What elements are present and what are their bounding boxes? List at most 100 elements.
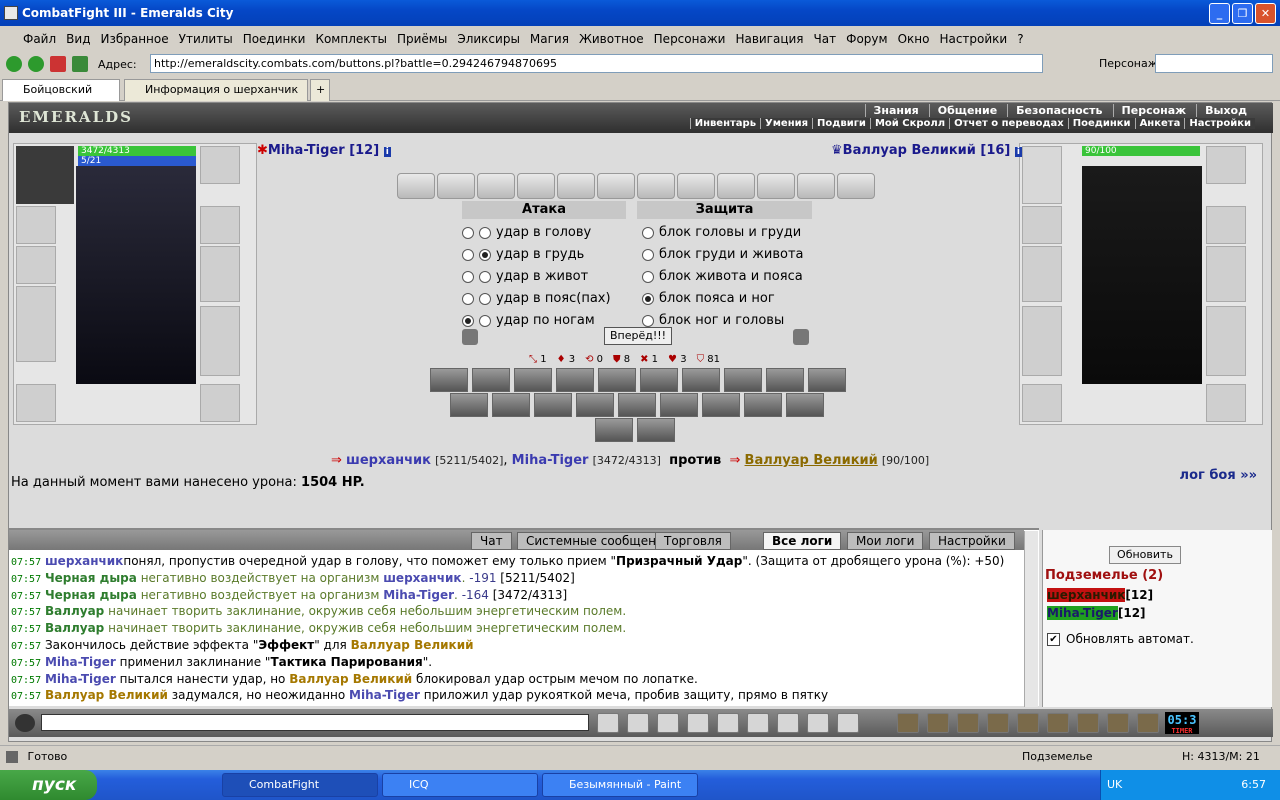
address-input[interactable]: http://emeraldscity.combats.com/buttons.… (150, 54, 1043, 73)
chat-tool-icon[interactable] (717, 713, 739, 733)
shield-icon-right[interactable] (793, 329, 809, 345)
chat-tool-icon[interactable] (687, 713, 709, 733)
sub-link-2[interactable]: Подвиги (812, 118, 870, 129)
chat-tab-5[interactable]: Настройки (929, 532, 1015, 550)
skill-button[interactable] (576, 393, 614, 417)
attack-option[interactable]: удар в голову (462, 223, 632, 243)
enemy-slot-weapon[interactable] (1022, 246, 1062, 302)
enemy-slot-bracers[interactable] (1206, 206, 1246, 244)
menu-item-7[interactable]: Эликсиры (452, 32, 525, 46)
enemy-slot-belt[interactable] (1022, 384, 1062, 422)
chat-tool-icon[interactable] (837, 713, 859, 733)
ally1-name[interactable]: шерханчик (346, 453, 431, 468)
sub-link-1[interactable]: Умения (760, 118, 813, 129)
minimize-button[interactable]: _ (1209, 3, 1230, 24)
action-icon[interactable] (1137, 713, 1159, 733)
slot-belt[interactable] (16, 384, 56, 422)
shield-icon-left[interactable] (462, 329, 478, 345)
menu-item-4[interactable]: Поединки (238, 32, 311, 46)
ally2-name[interactable]: Miha-Tiger (512, 453, 589, 468)
skill-button[interactable] (534, 393, 572, 417)
skill-button[interactable] (786, 393, 824, 417)
menu-item-9[interactable]: Животное (574, 32, 649, 46)
scroll-slot[interactable] (597, 173, 635, 199)
attack-option[interactable]: удар в грудь (462, 245, 632, 265)
action-icon[interactable] (897, 713, 919, 733)
scroll-slot[interactable] (837, 173, 875, 199)
menu-item-12[interactable]: Чат (809, 32, 842, 46)
scroll-slot[interactable] (437, 173, 475, 199)
action-icon[interactable] (1017, 713, 1039, 733)
info-icon[interactable]: i (383, 147, 391, 157)
attack-radio-a[interactable] (462, 292, 474, 305)
chat-tab-3[interactable]: Все логи (763, 532, 842, 550)
skill-button[interactable] (702, 393, 740, 417)
defense-radio[interactable] (642, 292, 654, 305)
top-link-2[interactable]: Безопасность (1007, 104, 1110, 117)
slot-amulet[interactable] (200, 146, 240, 184)
defense-radio[interactable] (642, 270, 654, 283)
refresh-icon[interactable] (72, 56, 88, 72)
skill-button[interactable] (595, 418, 633, 442)
action-icon[interactable] (1107, 713, 1129, 733)
menu-item-0[interactable]: Файл (18, 32, 61, 46)
attack-radio-b[interactable] (479, 248, 491, 261)
enemy-slot-shield[interactable] (1206, 246, 1246, 302)
action-icon[interactable] (1077, 713, 1099, 733)
sub-link-6[interactable]: Анкета (1134, 118, 1185, 129)
defense-radio[interactable] (642, 248, 654, 261)
skill-button[interactable] (450, 393, 488, 417)
start-button[interactable]: пуск (0, 770, 97, 800)
defense-option[interactable]: блок груди и живота (642, 245, 817, 265)
attack-option[interactable]: удар в пояс(пах) (462, 289, 632, 309)
chat-message-input[interactable] (41, 714, 589, 731)
attack-radio-b[interactable] (479, 226, 491, 239)
menu-item-15[interactable]: Настройки (934, 32, 1012, 46)
scroll-slot[interactable] (397, 173, 435, 199)
enemy-name[interactable]: ♛Валлуар Великий [16] i (831, 143, 1022, 158)
scroll-slot[interactable] (757, 173, 795, 199)
scroll-slot[interactable] (557, 173, 595, 199)
slot-gloves[interactable] (200, 206, 240, 244)
scroll-slot[interactable] (797, 173, 835, 199)
player-name[interactable]: ✱Miha-Tiger [12] i (257, 143, 391, 158)
action-icon[interactable] (957, 713, 979, 733)
forward-icon[interactable] (28, 56, 44, 72)
fight-log-link[interactable]: лог боя »» (1180, 468, 1257, 483)
chat-tab-2[interactable]: Торговля (655, 532, 731, 550)
scroll-slot[interactable] (717, 173, 755, 199)
menu-item-14[interactable]: Окно (893, 32, 935, 46)
menu-item-8[interactable]: Магия (525, 32, 574, 46)
sub-link-0[interactable]: Инвентарь (689, 118, 761, 129)
scroll-slot[interactable] (477, 173, 515, 199)
top-link-3[interactable]: Персонаж (1112, 104, 1195, 117)
chat-tool-icon[interactable] (657, 713, 679, 733)
close-button[interactable]: ✕ (1255, 3, 1276, 24)
sub-link-5[interactable]: Поединки (1067, 118, 1135, 129)
skill-button[interactable] (808, 368, 846, 392)
enemy-slot-armor[interactable] (1022, 306, 1062, 376)
foe-name[interactable]: Валлуар Великий (745, 453, 878, 468)
player-row-1[interactable]: шерханчик[12] (1047, 588, 1153, 602)
new-tab-button[interactable]: + (310, 79, 330, 101)
enemy-slot-boots[interactable] (1206, 384, 1246, 422)
info-icon[interactable]: i (1014, 147, 1022, 157)
top-link-1[interactable]: Общение (928, 104, 1005, 117)
forward-button[interactable]: Вперёд!!! (604, 327, 672, 345)
log-scrollbar[interactable] (1024, 531, 1038, 707)
defense-option[interactable]: блок головы и груди (642, 223, 817, 243)
enemy-helmet-slot[interactable] (1022, 146, 1062, 204)
top-link-4[interactable]: Выход (1196, 104, 1255, 117)
menu-item-16[interactable]: ? (1012, 32, 1028, 46)
attack-radio-a[interactable] (462, 314, 474, 327)
skill-button[interactable] (724, 368, 762, 392)
menu-item-5[interactable]: Комплекты (310, 32, 392, 46)
chat-avatar-icon[interactable] (15, 714, 35, 732)
sub-link-4[interactable]: Отчет о переводах (949, 118, 1068, 129)
chat-tool-icon[interactable] (747, 713, 769, 733)
taskbar-icq[interactable]: ICQ (382, 773, 538, 797)
attack-radio-a[interactable] (462, 248, 474, 261)
player-row-2[interactable]: Miha-Tiger[12] (1047, 606, 1146, 620)
skill-button[interactable] (766, 368, 804, 392)
chat-tool-icon[interactable] (777, 713, 799, 733)
